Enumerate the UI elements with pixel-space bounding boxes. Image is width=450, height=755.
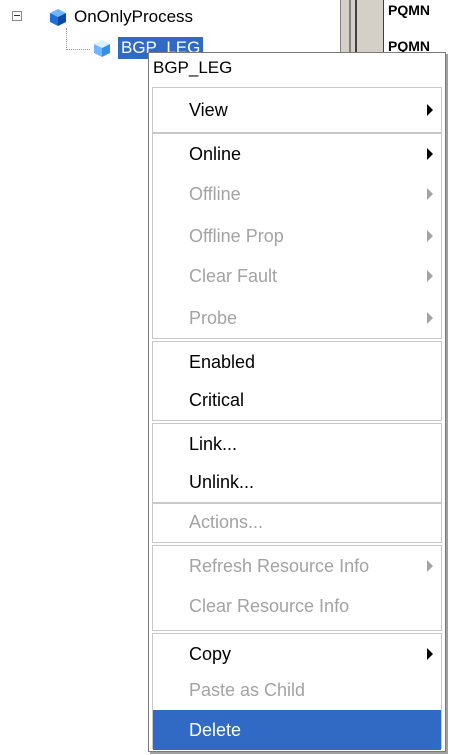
service-group-cube-icon xyxy=(50,9,66,26)
menu-item-online[interactable]: Online xyxy=(153,134,441,174)
menu-item-label: Unlink... xyxy=(189,472,255,492)
menu-item-label: Delete xyxy=(189,720,242,740)
menu-item-label: Enabled xyxy=(189,352,256,372)
menu-item-label: Online xyxy=(189,144,242,164)
menu-section-actions: Actions... xyxy=(152,503,442,543)
submenu-arrow-icon xyxy=(427,230,433,242)
menu-header: BGP_LEG xyxy=(153,58,233,77)
menu-item-paste-as-child[interactable]: Paste as Child xyxy=(153,670,441,710)
properties-grid: PQMN PQMN xyxy=(340,0,450,60)
tree-connector xyxy=(66,49,90,50)
menu-item-label: Copy xyxy=(189,644,232,664)
menu-item-refresh-resource-info[interactable]: Refresh Resource Info xyxy=(153,546,441,586)
menu-item-clear-resource-info[interactable]: Clear Resource Info xyxy=(153,586,441,626)
splitter[interactable] xyxy=(355,0,357,60)
menu-item-copy[interactable]: Copy xyxy=(153,634,441,674)
menu-item-probe[interactable]: Probe xyxy=(153,298,441,338)
menu-section-resource-info: Refresh Resource Info Clear Resource Inf… xyxy=(152,545,442,631)
menu-item-view[interactable]: View xyxy=(153,90,441,130)
context-menu: BGP_LEG View Online Offline Offline Prop… xyxy=(148,52,446,752)
menu-section-edit: Copy Paste as Child Delete xyxy=(152,633,442,750)
menu-item-unlink[interactable]: Unlink... xyxy=(153,462,441,502)
menu-item-critical[interactable]: Critical xyxy=(153,380,441,420)
menu-item-actions[interactable]: Actions... xyxy=(153,502,441,542)
collapse-toggle[interactable] xyxy=(12,11,22,21)
menu-item-label: Offline Prop xyxy=(189,226,284,246)
menu-item-label: View xyxy=(189,100,228,120)
menu-item-label: Clear Resource Info xyxy=(189,596,350,616)
menu-item-label: Link... xyxy=(189,434,238,454)
splitter[interactable] xyxy=(349,0,351,60)
submenu-arrow-icon xyxy=(427,148,433,160)
menu-item-label: Probe xyxy=(189,308,238,328)
menu-item-link[interactable]: Link... xyxy=(153,424,441,464)
menu-item-clear-fault[interactable]: Clear Fault xyxy=(153,256,441,296)
tree-node-onlyprocess[interactable]: OnOnlyProcess xyxy=(74,6,193,28)
tree-connector xyxy=(66,28,67,50)
menu-item-label: Critical xyxy=(189,390,245,410)
submenu-arrow-icon xyxy=(427,188,433,200)
menu-item-label: Clear Fault xyxy=(189,266,278,286)
menu-section-state: Online Offline Offline Prop Clear Fault … xyxy=(152,133,442,339)
submenu-arrow-icon xyxy=(427,312,433,324)
menu-item-offline-prop[interactable]: Offline Prop xyxy=(153,216,441,256)
submenu-arrow-icon xyxy=(427,560,433,572)
menu-item-delete[interactable]: Delete xyxy=(153,710,441,750)
menu-item-enabled[interactable]: Enabled xyxy=(153,342,441,382)
menu-section-link: Link... Unlink... xyxy=(152,423,442,503)
submenu-arrow-icon xyxy=(427,104,433,116)
grid-cells: PQMN PQMN xyxy=(383,0,450,60)
resource-cube-icon xyxy=(94,40,110,57)
menu-item-label: Paste as Child xyxy=(189,680,306,700)
menu-item-label: Actions... xyxy=(189,512,264,532)
menu-item-label: Offline xyxy=(189,184,241,204)
grid-cell[interactable]: PQMN xyxy=(388,2,430,18)
menu-section-view: View xyxy=(152,87,442,133)
submenu-arrow-icon xyxy=(427,270,433,282)
menu-item-label: Refresh Resource Info xyxy=(189,556,370,576)
submenu-arrow-icon xyxy=(427,648,433,660)
menu-section-flags: Enabled Critical xyxy=(152,341,442,421)
menu-item-offline[interactable]: Offline xyxy=(153,174,441,214)
